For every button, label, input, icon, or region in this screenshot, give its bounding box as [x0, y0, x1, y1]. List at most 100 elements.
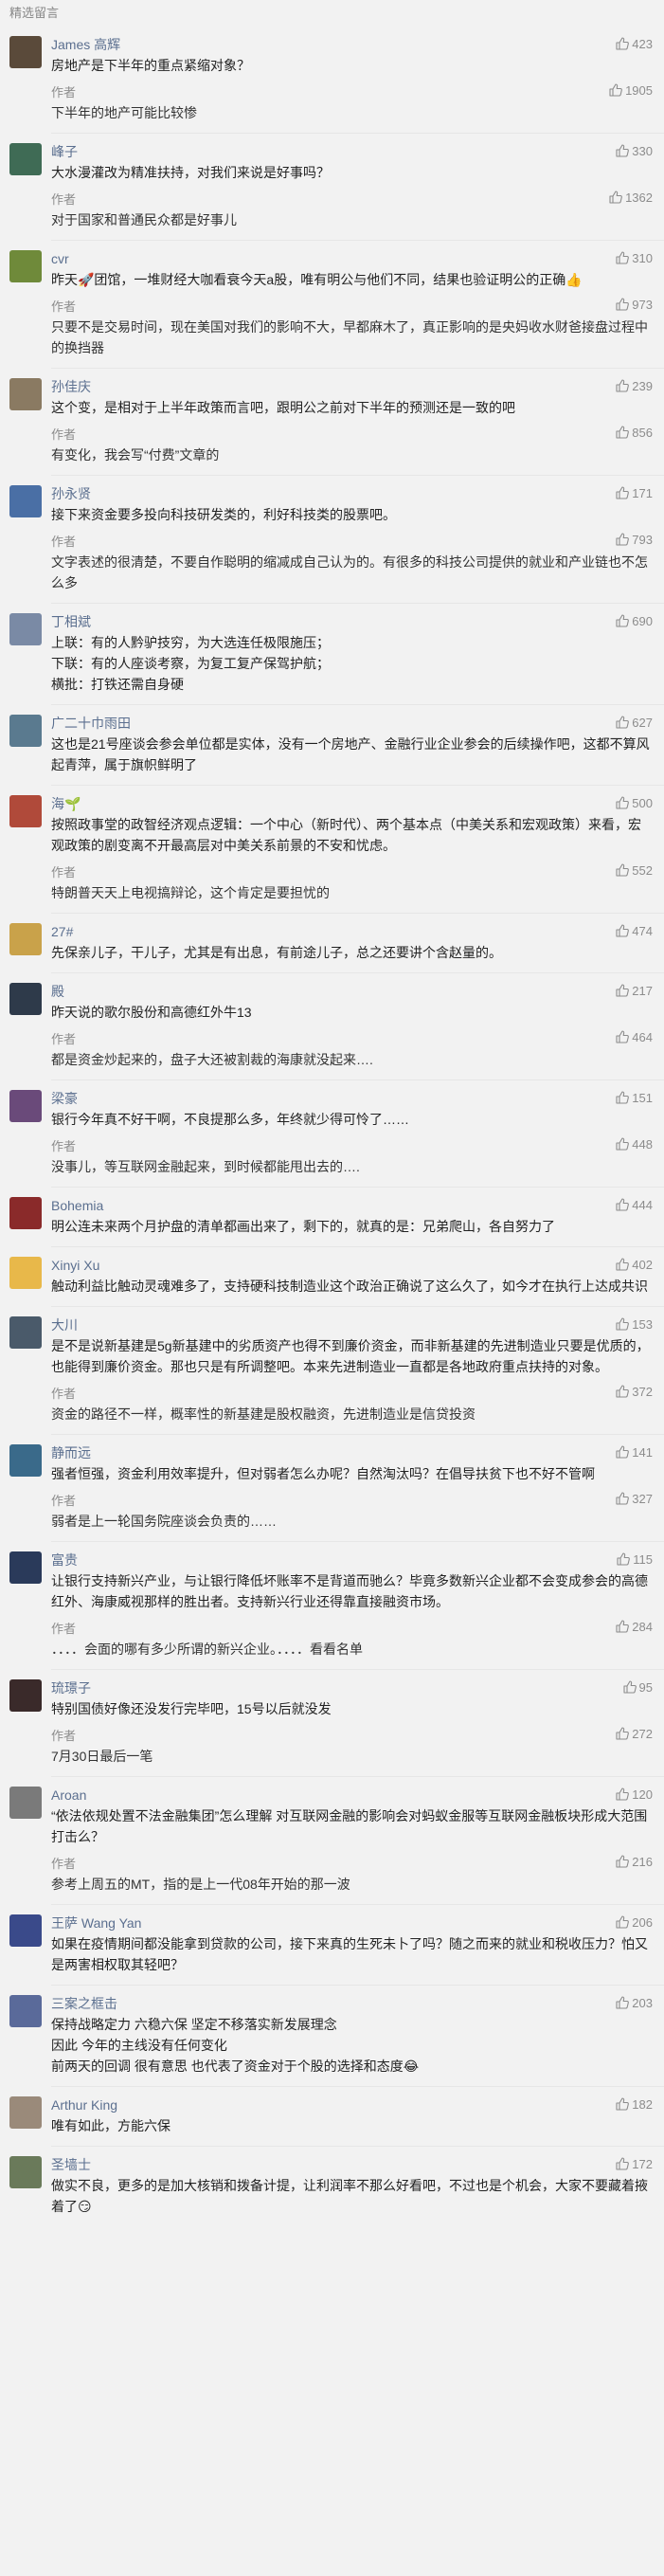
comment-username[interactable]: 王萨 Wang Yan — [51, 1915, 141, 1931]
reply-like-button[interactable]: 793 — [615, 530, 653, 551]
avatar[interactable] — [9, 923, 42, 955]
thumbs-up-icon — [616, 796, 630, 809]
like-button[interactable]: 444 — [615, 1195, 653, 1216]
like-button[interactable]: 217 — [615, 981, 653, 1002]
comment-text: 是不是说新基建是5g新基建中的劣质资产也得不到廉价资金，而非新基建的先进制造业只… — [51, 1338, 650, 1374]
avatar[interactable] — [9, 1787, 42, 1819]
thumbs-up-icon — [616, 1137, 630, 1151]
like-button[interactable]: 500 — [615, 793, 653, 814]
comment-username[interactable]: 殿 — [51, 984, 64, 999]
like-button[interactable]: 203 — [615, 1993, 653, 2014]
reply-like-button[interactable]: 552 — [615, 861, 653, 881]
thumbs-up-icon — [617, 1552, 631, 1566]
reply-text: 只要不是交易时间，现在美国对我们的影响不大，早都麻木了，真正影响的是央妈收水财爸… — [51, 319, 648, 355]
comment-item: 三案之框击 203 保持战略定力 六稳六保 坚定不移落实新发展理念 因此 今年的主… — [0, 1986, 664, 2086]
like-button[interactable]: 627 — [615, 713, 653, 734]
avatar[interactable] — [9, 1316, 42, 1349]
comment-username[interactable]: 大川 — [51, 1317, 78, 1333]
comment-username[interactable]: Xinyi Xu — [51, 1258, 99, 1273]
avatar[interactable] — [9, 715, 42, 747]
avatar[interactable] — [9, 1197, 42, 1229]
like-count: 627 — [632, 716, 653, 730]
avatar[interactable] — [9, 795, 42, 827]
avatar[interactable] — [9, 1914, 42, 1947]
comment-username[interactable]: 三案之框击 — [51, 1996, 117, 2011]
reply-text: 弱者是上一轮国务院座谈会负责的…… — [51, 1514, 277, 1529]
avatar[interactable] — [9, 378, 42, 410]
comment-username[interactable]: 孙佳庆 — [51, 379, 91, 394]
comment-username[interactable]: 琉璟子 — [51, 1680, 91, 1696]
like-button[interactable]: 172 — [615, 2154, 653, 2175]
avatar[interactable] — [9, 1090, 42, 1122]
avatar[interactable] — [9, 36, 42, 68]
like-button[interactable]: 115 — [616, 1550, 653, 1570]
comment-username[interactable]: 静而远 — [51, 1445, 91, 1460]
like-count: 402 — [632, 1258, 653, 1272]
thumbs-up-icon — [616, 863, 630, 877]
like-button[interactable]: 171 — [615, 483, 653, 504]
thumbs-up-icon — [616, 251, 630, 264]
comment-username[interactable]: 峰子 — [51, 144, 78, 159]
author-label: 作者 — [51, 1494, 77, 1508]
like-button[interactable]: 239 — [615, 376, 653, 397]
reply-like-button[interactable]: 856 — [615, 423, 653, 444]
avatar[interactable] — [9, 143, 42, 175]
thumbs-up-icon — [616, 1317, 630, 1331]
comment-username[interactable]: 富贵 — [51, 1552, 78, 1568]
thumbs-up-icon — [616, 984, 630, 997]
reply-like-button[interactable]: 464 — [615, 1027, 653, 1048]
reply-text: 文字表述的很清楚，不要自作聪明的缩减成自己认为的。有很多的科技公司提供的就业和产… — [51, 554, 648, 590]
comment-username[interactable]: 梁豪 — [51, 1091, 78, 1106]
like-button[interactable]: 120 — [615, 1785, 653, 1805]
comment-username[interactable]: James 高辉 — [51, 37, 120, 52]
reply-text: 资金的路径不一样，概率性的新基建是股权融资，先进制造业是信贷投资 — [51, 1406, 476, 1422]
like-button[interactable]: 141 — [615, 1442, 653, 1463]
comment-username[interactable]: 海🌱 — [51, 796, 81, 811]
author-reply: 作者 272 7月30日最后一笔 — [51, 1725, 653, 1767]
like-button[interactable]: 151 — [615, 1088, 653, 1109]
like-button[interactable]: 402 — [615, 1255, 653, 1276]
like-button[interactable]: 310 — [615, 248, 653, 269]
author-reply: 作者 552 特朗普天天上电视搞辩论，这个肯定是要担忧的 — [51, 862, 653, 903]
reply-like-button[interactable]: 1362 — [608, 188, 653, 209]
avatar[interactable] — [9, 485, 42, 517]
comment-username[interactable]: Aroan — [51, 1787, 86, 1803]
reply-like-button[interactable]: 1905 — [608, 81, 653, 101]
avatar[interactable] — [9, 1257, 42, 1289]
thumbs-up-icon — [616, 716, 630, 729]
avatar[interactable] — [9, 1551, 42, 1584]
like-button[interactable]: 690 — [615, 611, 653, 632]
like-button[interactable]: 423 — [615, 34, 653, 55]
avatar[interactable] — [9, 1995, 42, 2027]
reply-like-button[interactable]: 272 — [615, 1724, 653, 1745]
comment-username[interactable]: 圣墙士 — [51, 2157, 91, 2172]
comment-username[interactable]: 27# — [51, 924, 73, 939]
avatar[interactable] — [9, 983, 42, 1015]
reply-like-button[interactable]: 327 — [615, 1489, 653, 1510]
comment-username[interactable]: Bohemia — [51, 1198, 103, 1213]
avatar[interactable] — [9, 250, 42, 282]
avatar[interactable] — [9, 2096, 42, 2129]
like-count: 423 — [632, 37, 653, 51]
like-button[interactable]: 95 — [622, 1678, 653, 1698]
reply-like-button[interactable]: 973 — [615, 295, 653, 316]
reply-like-button[interactable]: 284 — [615, 1617, 653, 1638]
comment-username[interactable]: 丁相斌 — [51, 614, 91, 629]
comment-username[interactable]: Arthur King — [51, 2097, 117, 2113]
avatar[interactable] — [9, 1444, 42, 1477]
like-button[interactable]: 206 — [615, 1913, 653, 1933]
comment-username[interactable]: 孙永贤 — [51, 486, 91, 501]
reply-like-count: 856 — [632, 426, 653, 440]
reply-like-button[interactable]: 448 — [615, 1134, 653, 1155]
like-button[interactable]: 153 — [615, 1315, 653, 1335]
like-button[interactable]: 330 — [615, 141, 653, 162]
like-button[interactable]: 182 — [615, 2095, 653, 2115]
reply-like-button[interactable]: 216 — [615, 1852, 653, 1873]
comment-username[interactable]: 广二十巾雨田 — [51, 716, 131, 731]
like-button[interactable]: 474 — [615, 921, 653, 942]
avatar[interactable] — [9, 613, 42, 645]
reply-like-button[interactable]: 372 — [615, 1382, 653, 1403]
comment-username[interactable]: cvr — [51, 251, 69, 266]
avatar[interactable] — [9, 2156, 42, 2188]
avatar[interactable] — [9, 1679, 42, 1712]
